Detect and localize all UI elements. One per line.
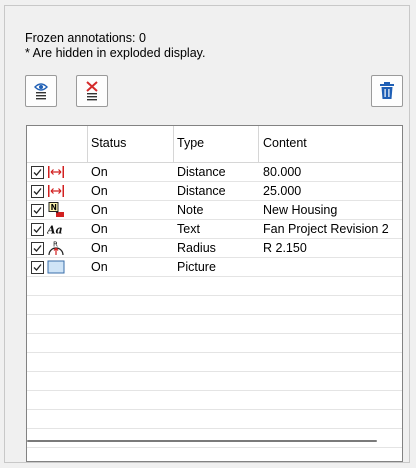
table-row[interactable]: R On Radius R 2.150 [27, 239, 402, 258]
type-cell: Radius [177, 241, 216, 255]
content-cell: Fan Project Revision 2 [263, 222, 389, 236]
type-cell: Distance [177, 184, 226, 198]
checkmark-icon [33, 169, 42, 176]
content-cell: 25.000 [263, 184, 302, 198]
status-cell: On [91, 241, 108, 255]
content-cell: 80.000 [263, 165, 302, 179]
picture-icon [47, 260, 65, 274]
empty-row [27, 315, 402, 334]
status-cell: On [91, 203, 108, 217]
distance-icon [48, 185, 64, 197]
empty-row [27, 353, 402, 372]
visibility-checkbox[interactable] [31, 204, 44, 217]
column-header-content[interactable]: Content [263, 136, 307, 150]
visibility-checkbox[interactable] [31, 242, 44, 255]
column-header-status[interactable]: Status [91, 136, 126, 150]
checkmark-icon [33, 207, 42, 214]
table-row[interactable]: On Distance 80.000 [27, 163, 402, 182]
text-icon: Aa [47, 224, 63, 237]
table-row[interactable]: On Picture [27, 258, 402, 277]
visibility-checkbox[interactable] [31, 261, 44, 274]
type-cell: Text [177, 222, 200, 236]
radius-icon-letter: R [53, 241, 58, 249]
checkmark-icon [33, 188, 42, 195]
hidden-note-label: * Are hidden in exploded display. [25, 46, 206, 60]
note-icon: N [48, 202, 64, 217]
empty-row [27, 334, 402, 353]
column-divider [258, 126, 259, 163]
empty-row [27, 372, 402, 391]
content-cell: New Housing [263, 203, 338, 217]
column-divider [173, 126, 174, 163]
delete-annotation-button[interactable] [371, 75, 403, 107]
status-cell: On [91, 165, 108, 179]
empty-row [27, 391, 402, 410]
type-cell: Picture [177, 260, 216, 274]
trash-icon [380, 82, 394, 99]
checkmark-icon [33, 264, 42, 271]
annotations-panel: Frozen annotations: 0 * Are hidden in ex… [4, 5, 410, 463]
empty-row [27, 410, 402, 429]
table-row[interactable]: Aa On Text Fan Project Revision 2 [27, 220, 402, 239]
column-divider [87, 126, 88, 163]
empty-row [27, 277, 402, 296]
visibility-checkbox[interactable] [31, 166, 44, 179]
table-row[interactable]: On Distance 25.000 [27, 182, 402, 201]
type-cell: Note [177, 203, 204, 217]
show-annotations-button[interactable] [25, 75, 57, 107]
table-header: Status Type Content [27, 126, 402, 163]
empty-row [27, 429, 402, 448]
radius-icon: R [48, 241, 64, 256]
table-row[interactable]: N On Note New Housing [27, 201, 402, 220]
column-header-type[interactable]: Type [177, 136, 204, 150]
visibility-checkbox[interactable] [31, 223, 44, 236]
annotations-table[interactable]: Status Type Content On Distance 80.000 O… [26, 125, 403, 462]
content-cell: R 2.150 [263, 241, 307, 255]
note-icon-letter: N [51, 203, 57, 212]
checkmark-icon [33, 226, 42, 233]
text-icon-glyph: Aa [47, 224, 63, 237]
hide-list-icon [86, 81, 98, 101]
status-cell: On [91, 184, 108, 198]
frozen-annotations-label: Frozen annotations: 0 [25, 31, 146, 45]
type-cell: Distance [177, 165, 226, 179]
empty-row [27, 296, 402, 315]
distance-icon [48, 166, 64, 178]
checkmark-icon [33, 245, 42, 252]
status-cell: On [91, 260, 108, 274]
visibility-checkbox[interactable] [31, 185, 44, 198]
horizontal-scrollbar[interactable] [27, 440, 377, 442]
eye-list-icon [34, 83, 48, 100]
hide-annotations-button[interactable] [76, 75, 108, 107]
status-cell: On [91, 222, 108, 236]
